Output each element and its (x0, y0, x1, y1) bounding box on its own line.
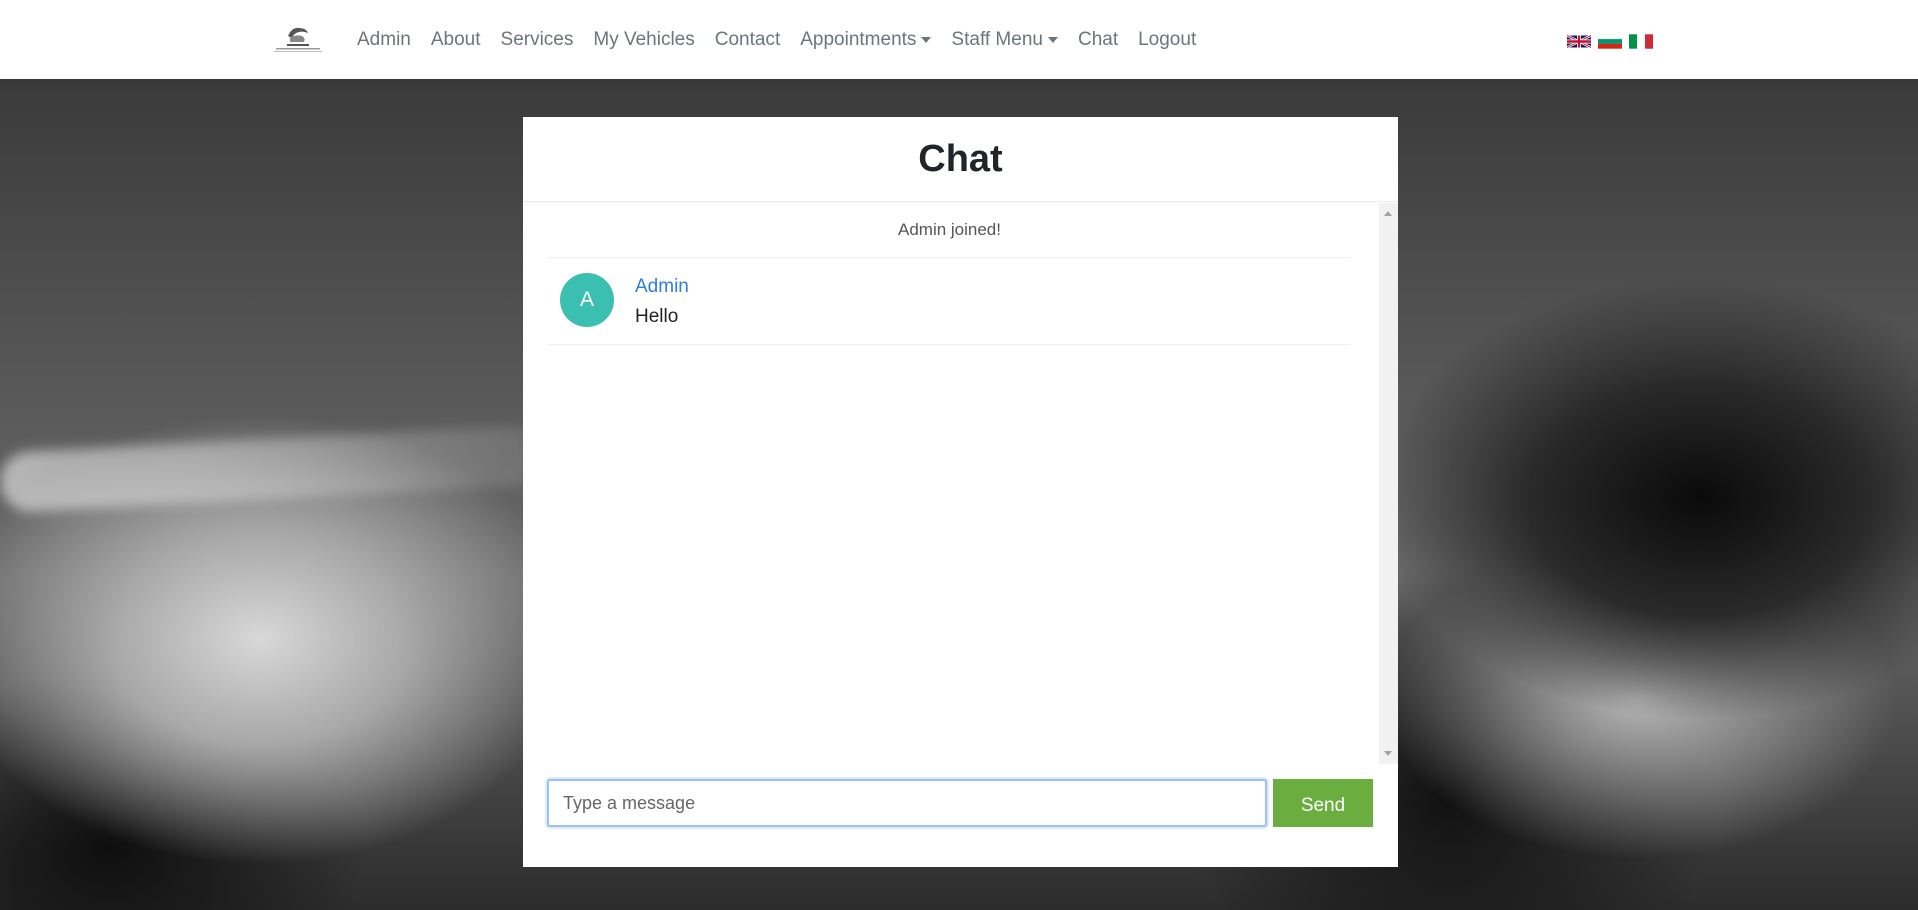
nav-contact-label: Contact (714, 28, 781, 50)
nav-my-vehicles[interactable]: My Vehicles (583, 29, 704, 51)
nav-about[interactable]: About (421, 29, 491, 51)
nav-logout[interactable]: Logout (1128, 29, 1206, 51)
chat-message: A Admin Hello (548, 259, 1351, 345)
car-wash-logo[interactable] (266, 22, 328, 56)
nav-admin-label: Admin (357, 28, 411, 50)
nav-about-label: About (430, 28, 481, 50)
avatar: A (560, 273, 614, 327)
message-username[interactable]: Admin (635, 276, 689, 298)
nav-staff-menu-dropdown[interactable]: Staff Menu (941, 29, 1068, 51)
nav-appointments-label: Appointments (800, 28, 917, 50)
message-composer: Send (523, 764, 1398, 867)
nav-appointments-dropdown[interactable]: Appointments (790, 29, 941, 51)
bulgaria-flag-icon[interactable] (1598, 33, 1622, 50)
nav-staff-menu-label: Staff Menu (951, 28, 1043, 50)
message-scrollbar[interactable] (1379, 203, 1398, 764)
nav-menu: Admin About Services My Vehicles Contact… (347, 0, 1206, 79)
system-message: Admin joined! (548, 203, 1351, 258)
uk-flag-icon[interactable] (1567, 33, 1591, 50)
scroll-down-arrow-icon[interactable] (1384, 751, 1392, 756)
chat-title: Chat (523, 117, 1398, 202)
message-text: Hello (635, 306, 679, 327)
nav-services-label: Services (500, 28, 574, 50)
nav-services[interactable]: Services (491, 29, 584, 51)
background-highlight (0, 424, 542, 514)
caret-down-icon (921, 36, 932, 43)
chat-card: Chat Admin joined! A Admin Hello Send (523, 117, 1398, 867)
scroll-up-arrow-icon[interactable] (1384, 211, 1392, 216)
send-button[interactable]: Send (1273, 779, 1373, 827)
italy-flag-icon[interactable] (1629, 33, 1653, 50)
message-input[interactable] (547, 779, 1267, 827)
navbar: Admin About Services My Vehicles Contact… (0, 0, 1918, 79)
nav-chat-label: Chat (1077, 28, 1119, 50)
nav-logout-label: Logout (1138, 28, 1197, 50)
nav-admin[interactable]: Admin (347, 29, 421, 51)
chat-messages-panel: Admin joined! A Admin Hello (523, 203, 1398, 764)
caret-down-icon (1047, 36, 1058, 43)
message-list: Admin joined! A Admin Hello (548, 203, 1374, 764)
nav-my-vehicles-label: My Vehicles (593, 28, 695, 50)
nav-chat[interactable]: Chat (1068, 29, 1128, 51)
nav-contact[interactable]: Contact (705, 29, 790, 51)
language-switcher (1567, 33, 1653, 50)
